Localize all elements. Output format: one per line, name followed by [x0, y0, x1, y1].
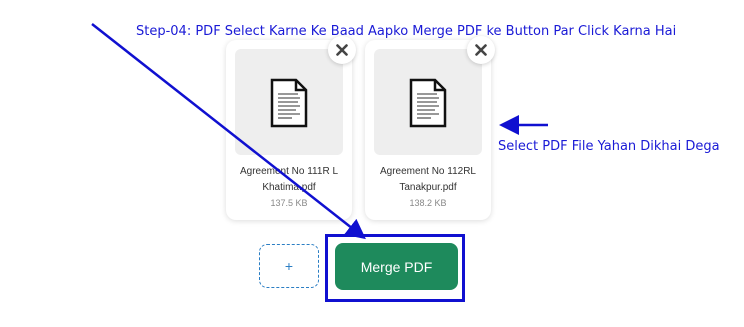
annotation-arrows — [91, 23, 548, 240]
diagonal-annotation-arrow — [91, 23, 366, 240]
